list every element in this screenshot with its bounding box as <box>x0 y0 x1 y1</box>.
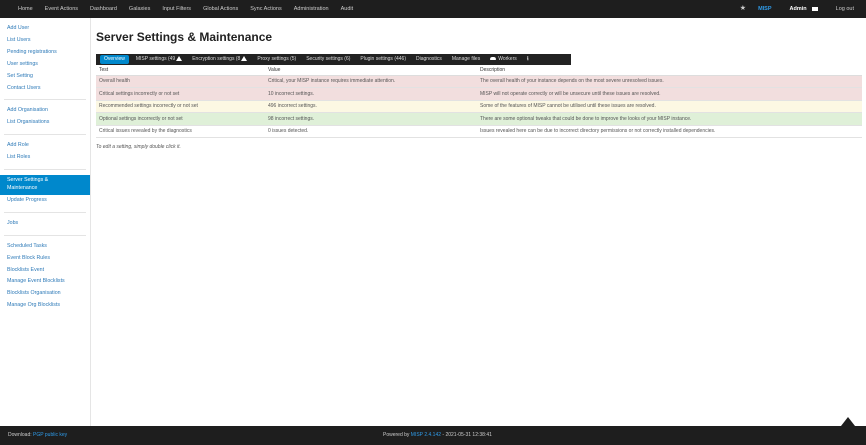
tab-misp-settings[interactable]: MISP settings (49 <box>131 54 187 65</box>
main-content: Server Settings & Maintenance Overview M… <box>96 18 862 150</box>
table-row: Optional settings incorrectly or not set… <box>96 112 862 126</box>
tab-diagnostics[interactable]: Diagnostics <box>411 54 447 65</box>
nav-event-actions[interactable]: Event Actions <box>39 0 84 18</box>
tab-proxy-settings[interactable]: Proxy settings (5) <box>252 54 301 65</box>
sidebar: Add User List Users Pending registration… <box>0 18 91 426</box>
table-row: Critical issues revealed by the diagnost… <box>96 125 862 138</box>
sidebar-item-server-settings[interactable]: Server Settings & Maintenance <box>0 175 90 195</box>
warning-icon <box>176 56 183 61</box>
nav-home[interactable]: Home <box>12 0 39 18</box>
sidebar-item-set-setting[interactable]: Set Setting <box>0 71 90 83</box>
sidebar-divider <box>4 234 86 236</box>
tab-encryption-settings[interactable]: Encryption settings (8 <box>187 54 252 65</box>
pgp-key-link[interactable]: PGP public key <box>33 432 67 438</box>
logout-link[interactable]: Log out <box>832 0 866 18</box>
tab-manage-files[interactable]: Manage files <box>447 54 485 65</box>
cell-description: Some of the features of MISP cannot be u… <box>477 100 862 113</box>
cell-test: Critical settings incorrectly or not set <box>96 87 265 101</box>
overview-table: Test Value Description Overall health Cr… <box>96 65 862 138</box>
edit-hint: To edit a setting, simply double click i… <box>96 144 181 150</box>
nav-dashboard[interactable]: Dashboard <box>84 0 123 18</box>
cell-test: Recommended settings incorrectly or not … <box>96 100 265 113</box>
download-label: Download: <box>8 432 32 438</box>
footer-download: Download: PGP public key <box>8 426 67 445</box>
mail-icon[interactable] <box>811 7 818 11</box>
sidebar-item-scheduled-tasks[interactable]: Scheduled Tasks <box>0 241 90 253</box>
cell-description: There are some optional tweaks that coul… <box>477 112 862 126</box>
nav-global-actions[interactable]: Global Actions <box>197 0 244 18</box>
sidebar-item-user-settings[interactable]: User settings <box>0 59 90 71</box>
tab-label: Encryption settings (8 <box>192 56 241 62</box>
nav-sync-actions[interactable]: Sync Actions <box>244 0 288 18</box>
page-title: Server Settings & Maintenance <box>96 30 273 44</box>
table-row: Critical settings incorrectly or not set… <box>96 87 862 101</box>
tab-label: MISP settings (49 <box>135 56 176 62</box>
cloud-icon <box>490 57 497 60</box>
main-nav: Home Event Actions Dashboard Galaxies In… <box>0 0 359 18</box>
cell-description: MISP will not operate correctly or will … <box>477 87 862 101</box>
nav-right: ★ MISP Admin Log out <box>734 0 866 18</box>
table-header-row: Test Value Description <box>96 65 862 76</box>
sidebar-item-manage-event-blocklists[interactable]: Manage Event Blocklists <box>0 276 90 288</box>
star-icon[interactable]: ★ <box>734 0 752 18</box>
sidebar-item-jobs[interactable]: Jobs <box>0 218 90 230</box>
sidebar-item-contact-users[interactable]: Contact Users <box>0 83 90 95</box>
column-header-test: Test <box>96 65 265 76</box>
top-navbar: Home Event Actions Dashboard Galaxies In… <box>0 0 866 18</box>
sidebar-item-list-users[interactable]: List Users <box>0 35 90 47</box>
tab-overview[interactable]: Overview <box>100 55 129 64</box>
table-row: Recommended settings incorrectly or not … <box>96 100 862 113</box>
footer-powered: Powered by MISP 2.4.142 - 2021-05-31 12:… <box>383 426 492 445</box>
sidebar-item-add-organisation[interactable]: Add Organisation <box>0 105 90 117</box>
sidebar-item-add-role[interactable]: Add Role <box>0 140 90 152</box>
nav-input-filters[interactable]: Input Filters <box>156 0 197 18</box>
sidebar-item-list-roles[interactable]: List Roles <box>0 152 90 164</box>
cell-value: 496 incorrect settings. <box>265 100 477 113</box>
cell-value: 0 issues detected. <box>265 125 477 138</box>
column-header-value: Value <box>265 65 477 76</box>
tab-security-settings[interactable]: Security settings (6) <box>301 54 355 65</box>
misp-version-link[interactable]: MISP 2.4.142 <box>411 432 441 438</box>
sidebar-item-add-user[interactable]: Add User <box>0 23 90 35</box>
cell-value: 10 incorrect settings. <box>265 87 477 101</box>
sidebar-item-blocklists-event[interactable]: Blocklists Event <box>0 265 90 277</box>
table-row: Overall health Critical, your MISP insta… <box>96 75 862 88</box>
cell-value: 98 incorrect settings. <box>265 112 477 126</box>
cell-test: Optional settings incorrectly or not set <box>96 112 265 126</box>
nav-galaxies[interactable]: Galaxies <box>123 0 156 18</box>
user-admin-link[interactable]: Admin <box>784 0 810 18</box>
download-icon[interactable]: ⭳ <box>522 54 534 65</box>
sidebar-item-manage-org-blocklists[interactable]: Manage Org Blocklists <box>0 300 90 312</box>
warning-icon <box>241 56 248 61</box>
sidebar-divider <box>4 169 86 171</box>
sidebar-divider <box>4 211 86 213</box>
footer: Download: PGP public key Powered by MISP… <box>0 426 866 445</box>
sidebar-item-label: Maintenance <box>7 184 38 191</box>
sidebar-item-blocklists-organisation[interactable]: Blocklists Organisation <box>0 288 90 300</box>
cell-description: The overall health of your instance depe… <box>477 75 862 88</box>
sidebar-item-label: Server Settings & <box>7 177 49 184</box>
cell-test: Critical issues revealed by the diagnost… <box>96 125 265 138</box>
tab-plugin-settings[interactable]: Plugin settings (446) <box>355 54 411 65</box>
nav-administration[interactable]: Administration <box>288 0 335 18</box>
sidebar-divider <box>4 99 86 101</box>
nav-audit[interactable]: Audit <box>335 0 360 18</box>
tab-label: Workers <box>498 56 517 62</box>
settings-tabs: Overview MISP settings (49 Encryption se… <box>96 54 571 65</box>
sidebar-item-list-organisations[interactable]: List Organisations <box>0 117 90 129</box>
scroll-to-top-icon[interactable] <box>841 417 855 426</box>
sidebar-divider <box>4 134 86 136</box>
cell-value: Critical, your MISP instance requires im… <box>265 75 477 88</box>
powered-label: Powered by <box>383 432 410 438</box>
cell-description: Issues revealed here can be due to incor… <box>477 125 862 138</box>
misp-brand-link[interactable]: MISP <box>752 0 783 18</box>
tab-workers[interactable]: Workers <box>485 54 522 65</box>
column-header-description: Description <box>477 65 862 76</box>
build-date: - 2021-05-31 12:38:41 <box>442 432 492 438</box>
sidebar-item-event-block-rules[interactable]: Event Block Rules <box>0 253 90 265</box>
sidebar-item-pending-registrations[interactable]: Pending registrations <box>0 47 90 59</box>
sidebar-item-update-progress[interactable]: Update Progress <box>0 195 90 207</box>
cell-test: Overall health <box>96 75 265 88</box>
